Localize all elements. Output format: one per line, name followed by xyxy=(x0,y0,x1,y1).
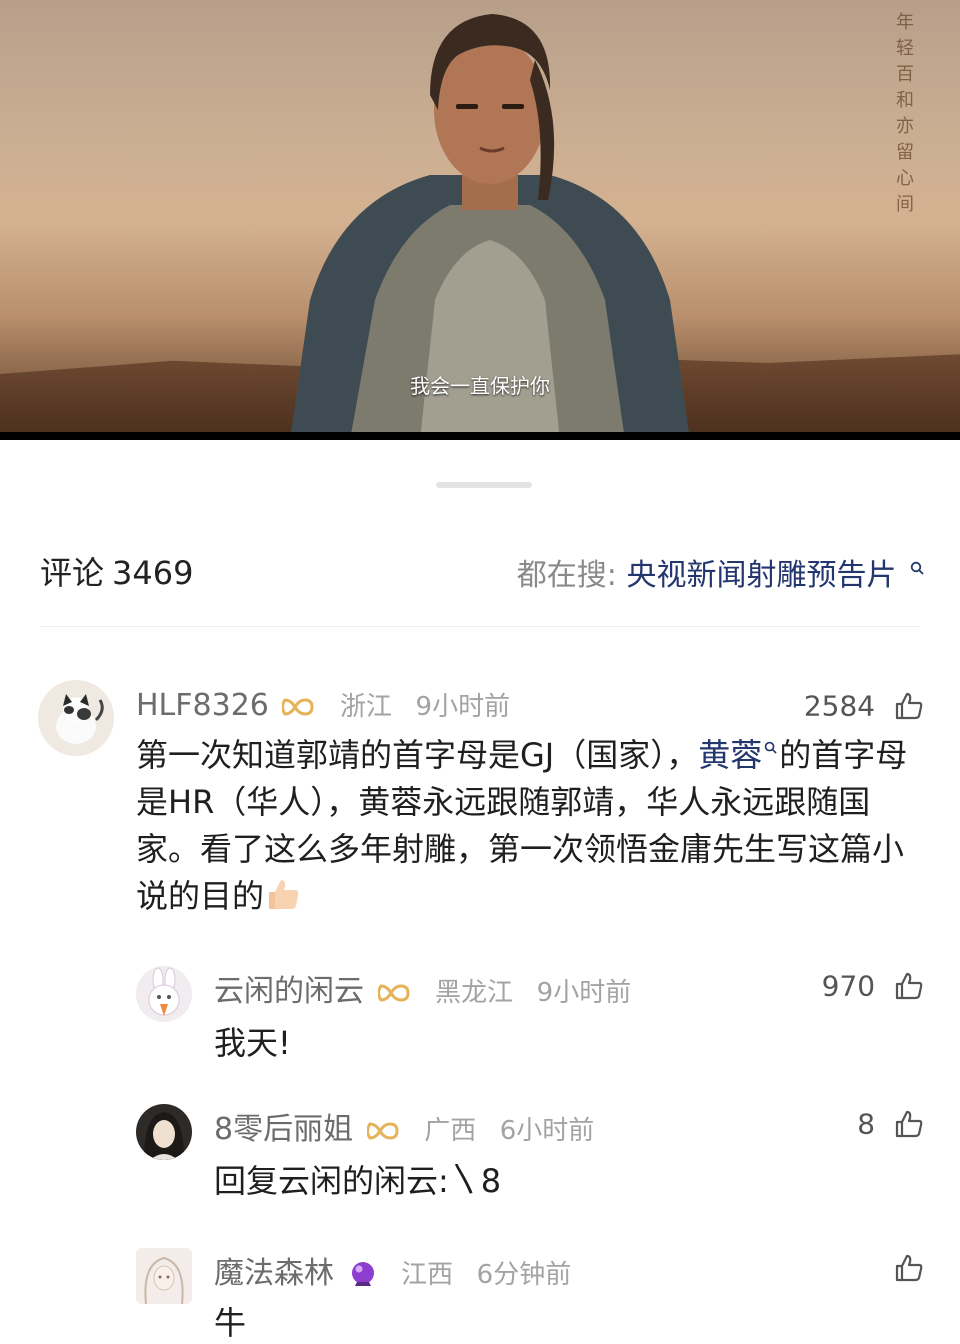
comments-header: 评论 3469 都在搜: 央视新闻射雕预告片 xyxy=(0,548,960,598)
comment-time: 9小时前 xyxy=(536,978,632,1008)
like-control[interactable]: 970 xyxy=(822,968,924,1003)
comment-meta: 8零后丽姐 广西 6小时前 xyxy=(214,1104,594,1148)
letterbox-bar xyxy=(0,432,960,440)
reply-item: 云闲的闲云 黑龙江 9小时前 970 我天! xyxy=(0,964,960,1074)
search-icon xyxy=(765,741,777,754)
girl-sketch-avatar-image xyxy=(144,1256,184,1304)
reply-item: 魔法森林 江西 6分钟前 牛 xyxy=(0,1246,960,1342)
comment-text: 我天! xyxy=(214,1024,291,1062)
calligraphy-text: 年轻百和亦留心间 xyxy=(896,12,914,215)
avatar[interactable] xyxy=(38,680,114,756)
thumbs-up-icon xyxy=(895,692,923,720)
like-control[interactable]: 8 xyxy=(857,1106,924,1141)
comment-time: 6分钟前 xyxy=(476,1260,572,1290)
like-control[interactable] xyxy=(884,1250,924,1285)
like-count: 970 xyxy=(821,969,876,1003)
username[interactable]: HLF8326 xyxy=(136,688,269,723)
comment-location: 浙江 xyxy=(339,692,392,722)
comment-time: 6小时前 xyxy=(499,1116,595,1146)
avatar[interactable] xyxy=(136,966,192,1022)
keyword-link[interactable]: 黄蓉 xyxy=(698,736,762,774)
comment-text: 回复云闲的闲云:〵8 xyxy=(214,1162,502,1200)
comments-title: 评论 xyxy=(40,554,105,592)
woman-avatar-image xyxy=(144,1112,184,1160)
comment-count-label: 评论 3469 xyxy=(40,548,193,594)
thumbs-up-emoji xyxy=(269,880,299,909)
search-icon xyxy=(910,561,924,575)
cat-avatar-image xyxy=(56,694,104,744)
comment-text-part1: 第一次知道郭靖的首字母是GJ（国家）， xyxy=(136,736,699,774)
comment-meta: HLF8326 浙江 9小时前 xyxy=(136,686,510,723)
thumbs-up-icon xyxy=(895,1254,923,1282)
trending-label: 都在搜: xyxy=(516,558,617,593)
vip-badge-icon xyxy=(377,983,410,1002)
comments-sheet: 评论 3469 都在搜: 央视新闻射雕预告片 HLF8326 浙江 9小时前 2… xyxy=(0,452,960,1342)
avatar[interactable] xyxy=(136,1248,192,1304)
username[interactable]: 云闲的闲云 xyxy=(214,974,364,1009)
like-count: 2584 xyxy=(803,689,876,723)
crystal-ball-icon xyxy=(351,1261,374,1286)
comment-location: 黑龙江 xyxy=(435,978,514,1008)
like-count: 8 xyxy=(857,1107,876,1141)
thumbs-up-icon xyxy=(895,1110,923,1138)
comment-text: 第一次知道郭靖的首字母是GJ（国家），黄蓉 的首字母是HR（华人），黄蓉永远跟随郭… xyxy=(136,732,926,920)
reply-item: 8零后丽姐 广西 6小时前 8 回复云闲的闲云:〵8 xyxy=(0,1102,960,1212)
trending-search[interactable]: 都在搜: 央视新闻射雕预告片 xyxy=(517,550,924,594)
sheet-drag-handle[interactable] xyxy=(436,482,532,488)
video-subtitle: 我会一直保护你 xyxy=(410,374,550,398)
comment-text: 牛 xyxy=(214,1304,247,1342)
vip-badge-icon xyxy=(366,1121,399,1140)
video-player[interactable]: 年轻百和亦留心间 我会一直保护你 xyxy=(0,0,960,440)
comment-meta: 魔法森林 江西 6分钟前 xyxy=(214,1248,571,1292)
comment-item: HLF8326 浙江 9小时前 2584 第一次知道郭靖的首字母是GJ（国家），… xyxy=(0,680,960,920)
username[interactable]: 8零后丽姐 xyxy=(214,1112,353,1147)
trending-keyword-link[interactable]: 央视新闻射雕预告片 xyxy=(626,558,896,593)
vip-badge-icon xyxy=(282,697,314,716)
comment-location: 江西 xyxy=(401,1260,454,1290)
bunny-avatar-image xyxy=(148,967,180,1016)
comments-count: 3469 xyxy=(112,554,194,592)
comment-time: 9小时前 xyxy=(415,692,511,722)
header-divider xyxy=(40,626,920,627)
comment-location: 广西 xyxy=(424,1116,477,1146)
like-control[interactable]: 2584 xyxy=(804,688,924,723)
thumbs-up-icon xyxy=(895,972,923,1000)
comment-meta: 云闲的闲云 黑龙江 9小时前 xyxy=(214,966,631,1010)
username[interactable]: 魔法森林 xyxy=(214,1256,334,1291)
avatar[interactable] xyxy=(136,1104,192,1160)
